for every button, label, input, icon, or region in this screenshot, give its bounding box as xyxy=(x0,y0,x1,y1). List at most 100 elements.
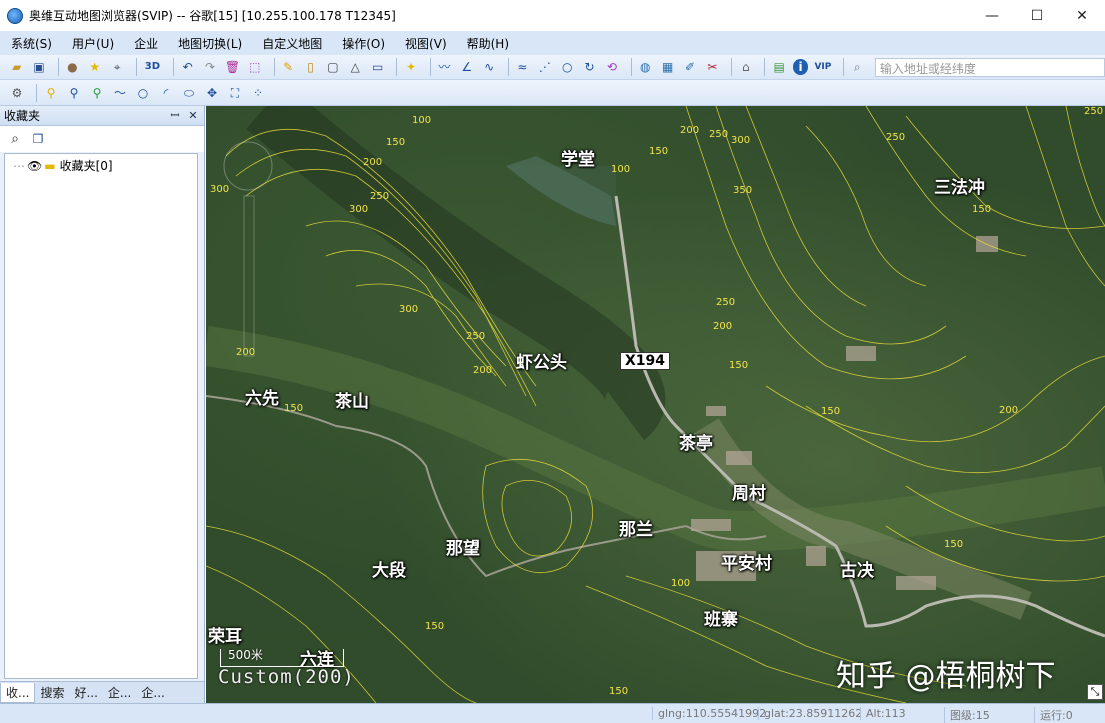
circle-icon[interactable]: ○ xyxy=(559,58,576,76)
place-label[interactable]: 平安村 xyxy=(721,549,772,574)
menu-system[interactable]: 系统(S) xyxy=(8,33,55,54)
contour-label: 200 xyxy=(999,405,1019,416)
ruler-icon[interactable]: ▯ xyxy=(302,58,319,76)
ellipse-draw-icon[interactable]: ⬭ xyxy=(180,84,198,102)
pin-panel-icon[interactable]: ꟷ xyxy=(168,108,182,123)
watermark: 知乎 @梧桐树下 xyxy=(836,659,1056,694)
place-label[interactable]: 班寨 xyxy=(704,605,738,630)
tab-enterprise-2[interactable]: 企... xyxy=(136,683,169,703)
contour-label: 350 xyxy=(733,185,753,196)
delete-icon[interactable]: 🗑 xyxy=(224,58,241,76)
pin-yellow-icon[interactable]: ⚲ xyxy=(42,84,60,102)
search-icon[interactable]: ⌕ xyxy=(6,130,24,148)
minimize-button[interactable]: — xyxy=(969,0,1015,31)
vip-button[interactable]: VIP xyxy=(813,58,832,76)
menu-user[interactable]: 用户(U) xyxy=(69,33,117,54)
tab-friends[interactable]: 好... xyxy=(69,683,102,703)
arc-draw-icon[interactable]: ◜ xyxy=(157,84,175,102)
map-tile-icon[interactable]: ▦ xyxy=(659,58,676,76)
place-label[interactable]: 周村 xyxy=(732,479,766,504)
toolbar-separator xyxy=(135,58,137,76)
undo-icon[interactable]: ↶ xyxy=(179,58,196,76)
globe-icon[interactable]: ◍ xyxy=(637,58,654,76)
cut-icon[interactable]: ✂ xyxy=(704,58,721,76)
place-label[interactable]: 茶山 xyxy=(335,387,369,412)
rect-select-icon[interactable]: ⛶ xyxy=(226,84,244,102)
place-label[interactable]: 虾公头 xyxy=(516,348,567,373)
menu-operation[interactable]: 操作(O) xyxy=(339,33,388,54)
edit-icon[interactable]: ✐ xyxy=(681,58,698,76)
angle-icon[interactable]: ∠ xyxy=(458,58,475,76)
route-icon[interactable]: ≈ xyxy=(514,58,531,76)
scale-label: 500米 xyxy=(228,648,263,662)
save-icon[interactable]: ▣ xyxy=(30,58,47,76)
polyline-icon[interactable]: 〰 xyxy=(436,58,453,76)
rotate-icon[interactable]: ↻ xyxy=(581,58,598,76)
contour-label: 250 xyxy=(709,129,729,140)
contour-label: 100 xyxy=(671,578,691,589)
panel-toolbar: ⌕ ❐ xyxy=(0,126,204,152)
eye-icon[interactable]: 👁 xyxy=(27,159,42,173)
video-icon[interactable]: ▭ xyxy=(369,58,386,76)
building-icon[interactable]: ⌂ xyxy=(737,58,754,76)
favorite-add-icon[interactable]: ✦ xyxy=(402,58,419,76)
toolbar-separator xyxy=(764,58,766,76)
place-label[interactable]: 学堂 xyxy=(561,145,595,170)
pencil-icon[interactable]: ✎ xyxy=(279,58,296,76)
pin-green-icon[interactable]: ⚲ xyxy=(88,84,106,102)
map-view[interactable]: 100 150 200 250 300 300 300 250 200 200 … xyxy=(206,106,1105,703)
tab-enterprise-1[interactable]: 企... xyxy=(103,683,136,703)
menu-custom-map[interactable]: 自定义地图 xyxy=(259,33,325,54)
pan-icon[interactable]: ✥ xyxy=(203,84,221,102)
tab-search[interactable]: 搜索 xyxy=(35,683,69,703)
close-button[interactable]: ✕ xyxy=(1059,0,1105,31)
place-label[interactable]: 大段 xyxy=(372,556,406,581)
circle-draw-icon[interactable]: ○ xyxy=(134,84,152,102)
favorites-panel: 收藏夹 ꟷ ✕ ⌕ ❐ ⋯ 👁 ▬ 收藏夹[0] 收... 搜索 好... 企.… xyxy=(0,106,205,703)
tab-favorites[interactable]: 收... xyxy=(0,682,36,703)
place-label[interactable]: 六先 xyxy=(245,384,279,409)
star-icon[interactable]: ★ xyxy=(86,58,103,76)
view-3d-button[interactable]: 3D xyxy=(142,58,163,76)
multi-select-icon[interactable]: ⁘ xyxy=(249,84,267,102)
menu-help[interactable]: 帮助(H) xyxy=(464,33,512,54)
menu-map-switch[interactable]: 地图切换(L) xyxy=(175,33,245,54)
chat-icon[interactable]: ▤ xyxy=(770,58,787,76)
close-panel-button[interactable]: ✕ xyxy=(186,109,200,122)
binoculars-icon[interactable]: ⌖ xyxy=(108,58,125,76)
place-label[interactable]: 那兰 xyxy=(619,515,653,540)
place-label[interactable]: 三法冲 xyxy=(934,173,985,198)
menu-view[interactable]: 视图(V) xyxy=(402,33,450,54)
sync-icon[interactable]: ⟲ xyxy=(603,58,620,76)
select-rect-icon[interactable]: ⬚ xyxy=(246,58,263,76)
info-icon[interactable]: i xyxy=(792,59,809,75)
line-draw-icon[interactable]: 〜 xyxy=(111,84,129,102)
main-toolbar: ▰ ▣ ● ★ ⌖ 3D ↶ ↷ 🗑 ⬚ ✎ ▯ ▢ △ ▭ ✦ 〰 ∠ ∿ ≈… xyxy=(0,55,1105,80)
contour-label: 150 xyxy=(972,204,992,215)
dotted-line-icon[interactable]: ⋰ xyxy=(536,58,553,76)
contour-label: 150 xyxy=(284,403,304,414)
place-label[interactable]: 古决 xyxy=(840,556,874,581)
layers-icon[interactable]: ❐ xyxy=(29,130,47,148)
resize-handle-icon[interactable]: ⤡ xyxy=(1087,684,1103,700)
maximize-button[interactable]: ☐ xyxy=(1014,0,1060,31)
frame-icon[interactable]: ▢ xyxy=(324,58,341,76)
gear-icon[interactable]: ⚙ xyxy=(8,84,26,102)
pin-blue-icon[interactable]: ⚲ xyxy=(65,84,83,102)
contour-label: 150 xyxy=(609,686,629,697)
triangle-icon[interactable]: △ xyxy=(347,58,364,76)
open-folder-icon[interactable]: ▰ xyxy=(8,58,25,76)
contour-label: 150 xyxy=(649,146,669,157)
redo-icon[interactable]: ↷ xyxy=(201,58,218,76)
tree-node-favorites[interactable]: ⋯ 👁 ▬ 收藏夹[0] xyxy=(13,157,113,174)
place-label[interactable]: 荣耳 xyxy=(208,622,242,647)
place-label[interactable]: 茶亭 xyxy=(679,429,713,454)
menu-enterprise[interactable]: 企业 xyxy=(131,33,161,54)
contour-label: 150 xyxy=(425,621,445,632)
search-icon[interactable]: ⌕ xyxy=(849,58,866,76)
place-label[interactable]: 那望 xyxy=(446,534,480,559)
user-icon[interactable]: ● xyxy=(64,58,81,76)
curve-icon[interactable]: ∿ xyxy=(480,58,497,76)
contour-label: 250 xyxy=(370,191,390,202)
address-search-input[interactable]: 输入地址或经纬度 xyxy=(874,57,1105,77)
